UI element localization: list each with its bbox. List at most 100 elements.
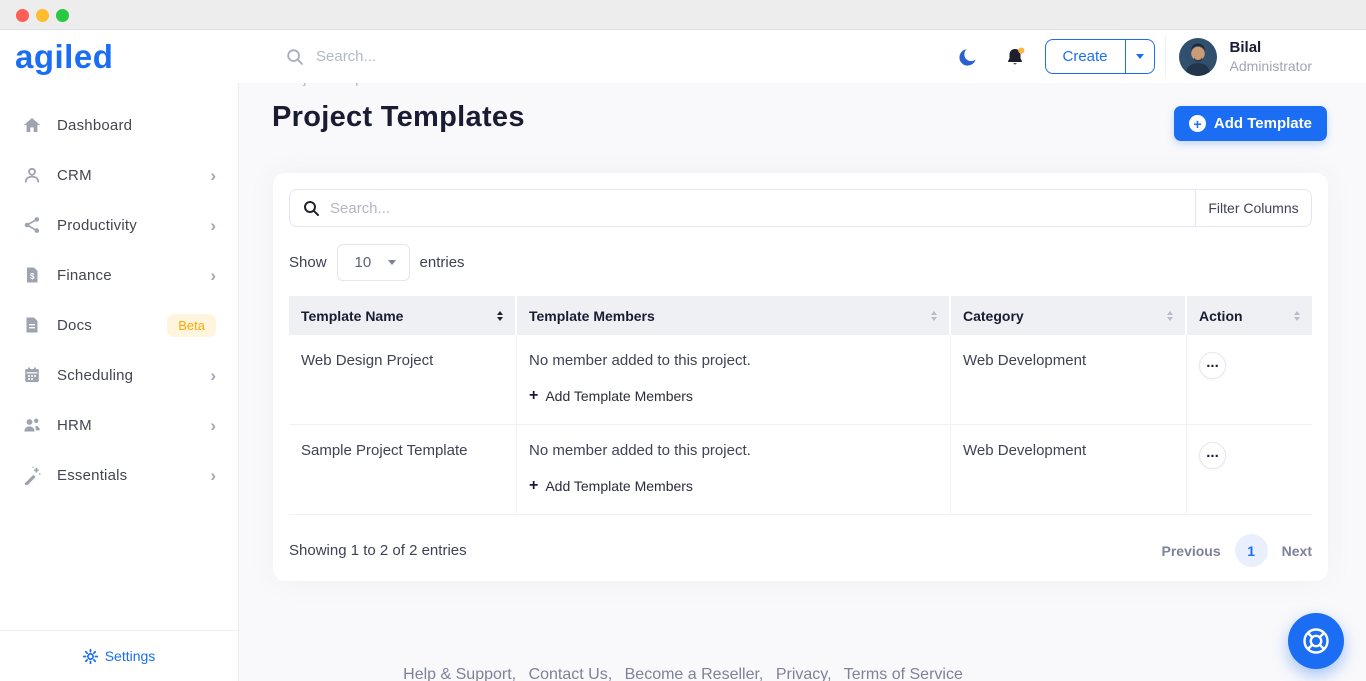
table-header-row: Template Name Template Members Category … bbox=[289, 296, 1312, 335]
add-template-members-link[interactable]: + Add Template Members bbox=[529, 388, 938, 404]
sidebar-item-scheduling[interactable]: Scheduling › bbox=[0, 350, 238, 400]
footer-link-contact[interactable]: Contact Us bbox=[529, 666, 608, 681]
sort-icon[interactable] bbox=[1167, 311, 1173, 321]
user-name: Bilal bbox=[1230, 38, 1312, 57]
filter-columns-button[interactable]: Filter Columns bbox=[1196, 189, 1312, 227]
chevron-right-icon: › bbox=[210, 217, 216, 234]
minimize-window-button[interactable] bbox=[36, 9, 49, 22]
table-search-box bbox=[289, 189, 1196, 227]
user-role: Administrator bbox=[1230, 57, 1312, 75]
header-actions: Create Bilal Administrator bbox=[958, 36, 1313, 78]
gear-icon bbox=[83, 649, 98, 664]
branch-icon bbox=[22, 215, 42, 235]
global-search bbox=[239, 48, 958, 66]
table-footer: Showing 1 to 2 of 2 entries Previous 1 N… bbox=[289, 534, 1312, 567]
more-options-icon: ... bbox=[1206, 355, 1219, 370]
column-header-category[interactable]: Category bbox=[951, 296, 1187, 335]
footer-link-privacy[interactable]: Privacy bbox=[776, 666, 827, 681]
column-header-template-name[interactable]: Template Name bbox=[289, 296, 517, 335]
header-divider bbox=[1165, 36, 1166, 78]
svg-text:$: $ bbox=[30, 272, 35, 281]
entries-label: entries bbox=[420, 254, 465, 271]
table-row: Web Design Project No member added to th… bbox=[289, 335, 1312, 425]
settings-button[interactable]: Settings bbox=[0, 630, 238, 681]
next-page-button[interactable]: Next bbox=[1282, 543, 1312, 559]
footer-link-terms[interactable]: Terms of Service bbox=[844, 666, 963, 681]
add-template-members-link[interactable]: + Add Template Members bbox=[529, 478, 938, 494]
dark-mode-icon[interactable] bbox=[958, 47, 978, 67]
close-window-button[interactable] bbox=[16, 9, 29, 22]
calendar-icon bbox=[22, 365, 42, 385]
sidebar-item-essentials[interactable]: Essentials › bbox=[0, 450, 238, 500]
plus-icon: + bbox=[529, 478, 538, 494]
sidebar-item-label: Essentials bbox=[57, 467, 127, 484]
notifications-bell-icon[interactable] bbox=[1004, 46, 1026, 68]
page-size-row: Show 10 entries bbox=[289, 244, 1312, 281]
chevron-right-icon: › bbox=[210, 417, 216, 434]
page-number-button[interactable]: 1 bbox=[1235, 534, 1268, 567]
sidebar-item-dashboard[interactable]: Dashboard bbox=[0, 100, 238, 150]
create-split-button: Create bbox=[1045, 39, 1155, 74]
sidebar-item-docs[interactable]: Docs Beta bbox=[0, 300, 238, 350]
create-button-label: Create bbox=[1063, 48, 1108, 65]
sidebar-item-label: Scheduling bbox=[57, 367, 133, 384]
entries-summary: Showing 1 to 2 of 2 entries bbox=[289, 542, 467, 559]
separator: , bbox=[512, 666, 516, 681]
create-dropdown-toggle[interactable] bbox=[1125, 40, 1154, 73]
row-actions-button[interactable]: ... bbox=[1199, 442, 1226, 469]
column-label: Action bbox=[1199, 308, 1243, 324]
document-icon bbox=[22, 315, 42, 335]
sidebar-item-label: CRM bbox=[57, 167, 92, 184]
table-row: Sample Project Template No member added … bbox=[289, 425, 1312, 515]
sidebar: Dashboard CRM › Productivity › $ Finance… bbox=[0, 83, 239, 681]
search-icon bbox=[286, 48, 304, 66]
macos-titlebar bbox=[0, 0, 1366, 30]
row-actions-button[interactable]: ... bbox=[1199, 352, 1226, 379]
create-button[interactable]: Create bbox=[1046, 40, 1125, 73]
user-info[interactable]: Bilal Administrator bbox=[1230, 38, 1312, 75]
global-search-input[interactable] bbox=[316, 48, 616, 65]
sidebar-item-label: HRM bbox=[57, 417, 92, 434]
sidebar-item-crm[interactable]: CRM › bbox=[0, 150, 238, 200]
cell-template-members: No member added to this project. + Add T… bbox=[517, 335, 951, 424]
cell-template-name: Sample Project Template bbox=[289, 425, 517, 514]
avatar[interactable] bbox=[1179, 38, 1217, 76]
page-size-select[interactable]: 10 bbox=[337, 244, 410, 281]
zoom-window-button[interactable] bbox=[56, 9, 69, 22]
home-icon bbox=[22, 115, 42, 135]
footer-link-reseller[interactable]: Become a Reseller bbox=[625, 666, 759, 681]
column-header-template-members[interactable]: Template Members bbox=[517, 296, 951, 335]
page-title: Project Templates bbox=[272, 101, 525, 134]
cell-template-name: Web Design Project bbox=[289, 335, 517, 424]
sort-icon[interactable] bbox=[1294, 311, 1300, 321]
previous-page-button[interactable]: Previous bbox=[1162, 543, 1221, 559]
sidebar-item-finance[interactable]: $ Finance › bbox=[0, 250, 238, 300]
column-label: Template Members bbox=[529, 308, 655, 324]
page-size-value: 10 bbox=[355, 254, 372, 271]
column-header-action[interactable]: Action bbox=[1187, 296, 1312, 335]
plus-circle-icon: + bbox=[1189, 115, 1206, 132]
members-note: No member added to this project. bbox=[529, 442, 938, 459]
separator: , bbox=[608, 666, 612, 681]
main-content: › Project Template Project Templates + A… bbox=[240, 83, 1366, 681]
add-template-button[interactable]: + Add Template bbox=[1174, 106, 1327, 141]
footer-link-help[interactable]: Help & Support bbox=[403, 666, 512, 681]
sort-icon[interactable] bbox=[497, 311, 503, 321]
templates-table: Template Name Template Members Category … bbox=[289, 296, 1312, 515]
add-template-label: Add Template bbox=[1214, 115, 1312, 132]
sort-icon[interactable] bbox=[931, 311, 937, 321]
sidebar-item-label: Finance bbox=[57, 267, 112, 284]
beta-badge: Beta bbox=[167, 314, 216, 337]
column-label: Category bbox=[963, 308, 1024, 324]
agiled-logo[interactable]: agiled bbox=[0, 38, 239, 76]
cell-category: Web Development bbox=[951, 335, 1187, 424]
sidebar-item-hrm[interactable]: HRM › bbox=[0, 400, 238, 450]
add-members-label: Add Template Members bbox=[545, 478, 693, 494]
sidebar-item-productivity[interactable]: Productivity › bbox=[0, 200, 238, 250]
app-header: agiled Create bbox=[0, 30, 1366, 83]
column-label: Template Name bbox=[301, 308, 403, 324]
pagination: Previous 1 Next bbox=[1162, 534, 1313, 567]
help-fab[interactable] bbox=[1288, 613, 1344, 669]
more-options-icon: ... bbox=[1206, 445, 1219, 460]
table-search-input[interactable] bbox=[330, 200, 1182, 217]
